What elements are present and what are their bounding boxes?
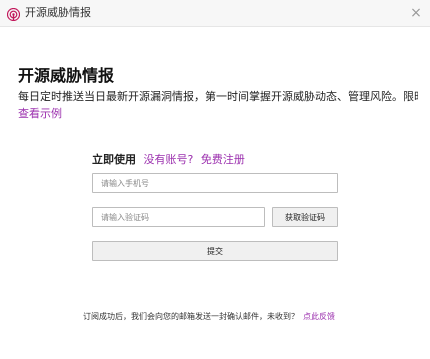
- footer-text: 订阅成功后，我们会向您的邮箱发送一封确认邮件，未收到？: [83, 312, 299, 321]
- window-title: 开源威胁情报: [25, 6, 91, 19]
- submit-button[interactable]: 提交: [92, 241, 338, 261]
- verification-code-input[interactable]: [92, 207, 265, 227]
- feedback-link[interactable]: 点此反馈: [303, 312, 335, 321]
- form-header: 立即使用 没有账号? 免费注册: [92, 152, 245, 168]
- close-icon[interactable]: ×: [406, 3, 426, 23]
- view-example-link[interactable]: 查看示例: [18, 106, 62, 121]
- description-text: 每日定时推送当日最新开源漏洞情报，第一时间掌握开源威胁动态、管理风险。限时免费: [18, 90, 418, 103]
- page-heading: 开源威胁情报: [18, 66, 115, 85]
- form-title: 立即使用: [92, 153, 136, 166]
- title-bar: 开源威胁情报 ×: [0, 0, 430, 27]
- broadcast-signal-icon: [6, 6, 21, 22]
- no-account-text: 没有账号?: [143, 153, 194, 166]
- get-code-button[interactable]: 获取验证码: [272, 207, 338, 227]
- register-link[interactable]: 免费注册: [201, 153, 245, 166]
- footer-note: 订阅成功后，我们会向您的邮箱发送一封确认邮件，未收到？ 点此反馈: [83, 311, 335, 323]
- phone-input[interactable]: [92, 173, 338, 193]
